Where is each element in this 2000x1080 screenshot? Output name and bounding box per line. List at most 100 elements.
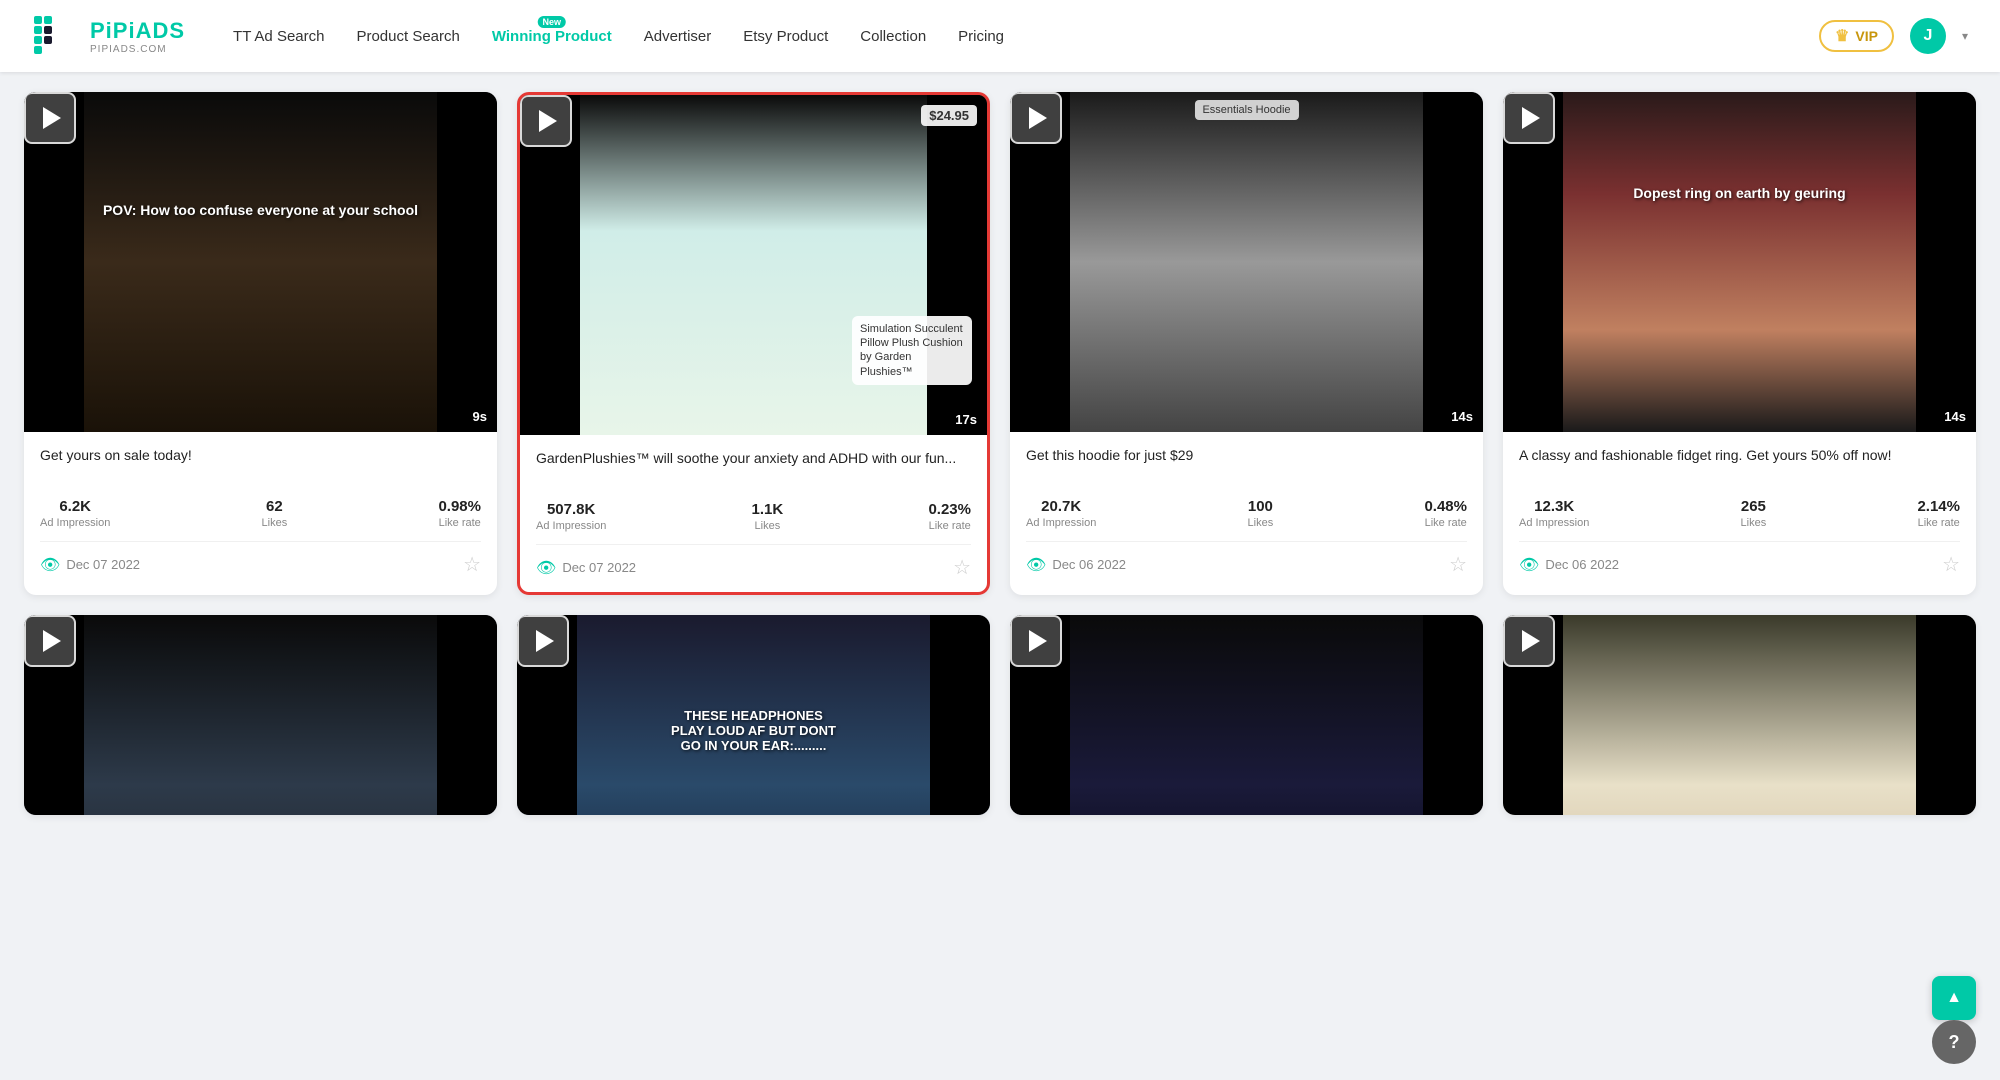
ad-card[interactable]: Dopest ring on earth by geuring 14s A cl… bbox=[1503, 92, 1976, 595]
card-footer: 👁 Dec 07 2022 ☆ bbox=[536, 544, 971, 580]
card-body: Get yours on sale today! 6.2K Ad Impress… bbox=[24, 432, 497, 589]
crown-icon: ♛ bbox=[1835, 26, 1849, 46]
play-button[interactable] bbox=[1503, 92, 1555, 144]
card-thumbnail: POV: How too confuse everyone at your sc… bbox=[24, 92, 497, 432]
duration-badge: 14s bbox=[1451, 409, 1473, 424]
ad-card[interactable]: Trying out theTiktok viralDress in bbox=[24, 615, 497, 815]
stat-like-rate: 2.14% Like rate bbox=[1917, 498, 1960, 529]
like-rate-label: Like rate bbox=[438, 517, 481, 529]
likes-label: Likes bbox=[262, 517, 288, 529]
eye-date: 👁 Dec 06 2022 bbox=[1026, 555, 1126, 575]
card-thumbnail: $24.95 Simulation Succulent Pillow Plush… bbox=[520, 95, 987, 435]
ad-card[interactable]: POV: How too confuse everyone at your sc… bbox=[24, 92, 497, 595]
ad-card[interactable]: La carcasa de teléfonomás bonita del mer… bbox=[1503, 615, 1976, 815]
like-rate-value: 0.48% bbox=[1424, 498, 1467, 515]
star-icon[interactable]: ☆ bbox=[1942, 552, 1960, 577]
impression-label: Ad Impression bbox=[1519, 517, 1589, 529]
stat-like-rate: 0.48% Like rate bbox=[1424, 498, 1467, 529]
stat-impressions: 12.3K Ad Impression bbox=[1519, 498, 1589, 529]
impression-value: 12.3K bbox=[1519, 498, 1589, 515]
stat-like-rate: 0.23% Like rate bbox=[928, 501, 971, 532]
nav-collection[interactable]: Collection bbox=[860, 28, 926, 45]
nav-tt-ad-search[interactable]: TT Ad Search bbox=[233, 28, 324, 45]
like-rate-value: 0.98% bbox=[438, 498, 481, 515]
impression-label: Ad Impression bbox=[40, 517, 110, 529]
like-rate-label: Like rate bbox=[928, 520, 971, 532]
star-icon[interactable]: ☆ bbox=[953, 555, 971, 580]
card-date: Dec 06 2022 bbox=[1545, 557, 1619, 572]
nav-product-search[interactable]: Product Search bbox=[356, 28, 459, 45]
likes-label: Likes bbox=[752, 520, 784, 532]
nav-advertiser[interactable]: Advertiser bbox=[644, 28, 712, 45]
card-thumbnail: Dopest ring on earth by geuring 14s bbox=[1503, 92, 1976, 432]
card-date: Dec 07 2022 bbox=[66, 557, 140, 572]
nav-pricing[interactable]: Pricing bbox=[958, 28, 1004, 45]
duration-badge: 17s bbox=[955, 412, 977, 427]
card-title: Get yours on sale today! bbox=[40, 446, 481, 486]
eye-icon: 👁 bbox=[1026, 555, 1046, 575]
card-footer: 👁 Dec 06 2022 ☆ bbox=[1026, 541, 1467, 577]
card-body: A classy and fashionable fidget ring. Ge… bbox=[1503, 432, 1976, 589]
play-button[interactable] bbox=[520, 95, 572, 147]
help-button[interactable]: ? bbox=[1932, 1020, 1976, 1064]
play-button[interactable] bbox=[1010, 92, 1062, 144]
card-thumbnail: La carcasa de teléfonomás bonita del mer… bbox=[1503, 615, 1976, 815]
card-thumbnail: Trying out theTiktok viralDress in bbox=[24, 615, 497, 815]
likes-value: 265 bbox=[1741, 498, 1767, 515]
logo-text: PiPiADS PIPIADS.COM bbox=[90, 18, 185, 55]
ad-grid: POV: How too confuse everyone at your sc… bbox=[0, 72, 2000, 835]
play-button[interactable] bbox=[1010, 615, 1062, 667]
impression-value: 507.8K bbox=[536, 501, 606, 518]
logo[interactable]: PiPiADS PIPIADS.COM bbox=[32, 12, 185, 60]
eye-date: 👁 Dec 06 2022 bbox=[1519, 555, 1619, 575]
likes-value: 62 bbox=[262, 498, 288, 515]
card-thumbnail: THESE HEADPHONESPLAY LOUD AF BUT DONTGO … bbox=[517, 615, 990, 815]
card-body: Get this hoodie for just $29 20.7K Ad Im… bbox=[1010, 432, 1483, 589]
play-button[interactable] bbox=[1503, 615, 1555, 667]
card-body: GardenPlushies™ will soothe your anxiety… bbox=[520, 435, 987, 592]
likes-label: Likes bbox=[1741, 517, 1767, 529]
navbar: PiPiADS PIPIADS.COM TT Ad Search Product… bbox=[0, 0, 2000, 72]
star-icon[interactable]: ☆ bbox=[1449, 552, 1467, 577]
likes-value: 100 bbox=[1248, 498, 1274, 515]
stat-like-rate: 0.98% Like rate bbox=[438, 498, 481, 529]
ad-card[interactable] bbox=[1010, 615, 1483, 815]
nav-links: TT Ad Search Product Search New Winning … bbox=[233, 28, 1819, 45]
nav-etsy-product[interactable]: Etsy Product bbox=[743, 28, 828, 45]
stats-row: 20.7K Ad Impression 100 Likes 0.48% Like… bbox=[1026, 498, 1467, 529]
vip-label: VIP bbox=[1855, 28, 1878, 44]
nav-right: ♛ VIP J ▾ bbox=[1819, 18, 1968, 54]
card-date: Dec 07 2022 bbox=[562, 560, 636, 575]
likes-label: Likes bbox=[1248, 517, 1274, 529]
nav-winning-product[interactable]: New Winning Product bbox=[492, 28, 612, 45]
vip-button[interactable]: ♛ VIP bbox=[1819, 20, 1894, 52]
ad-card[interactable]: THESE HEADPHONESPLAY LOUD AF BUT DONTGO … bbox=[517, 615, 990, 815]
stat-likes: 265 Likes bbox=[1741, 498, 1767, 529]
like-rate-value: 2.14% bbox=[1917, 498, 1960, 515]
play-button[interactable] bbox=[24, 615, 76, 667]
impression-label: Ad Impression bbox=[536, 520, 606, 532]
stat-likes: 1.1K Likes bbox=[752, 501, 784, 532]
ad-card[interactable]: $24.95 Simulation Succulent Pillow Plush… bbox=[517, 92, 990, 595]
card-title: Get this hoodie for just $29 bbox=[1026, 446, 1467, 486]
stat-impressions: 507.8K Ad Impression bbox=[536, 501, 606, 532]
card-thumbnail: Essentials Hoodie 14s bbox=[1010, 92, 1483, 432]
scroll-to-top-button[interactable] bbox=[1932, 976, 1976, 1020]
impression-label: Ad Impression bbox=[1026, 517, 1096, 529]
star-icon[interactable]: ☆ bbox=[463, 552, 481, 577]
play-button[interactable] bbox=[517, 615, 569, 667]
stats-row: 6.2K Ad Impression 62 Likes 0.98% Like r… bbox=[40, 498, 481, 529]
stat-likes: 62 Likes bbox=[262, 498, 288, 529]
eye-icon: 👁 bbox=[40, 555, 60, 575]
ad-card[interactable]: Essentials Hoodie 14s Get this hoodie fo… bbox=[1010, 92, 1483, 595]
logo-main: PiPiADS bbox=[90, 18, 185, 44]
card-title: GardenPlushies™ will soothe your anxiety… bbox=[536, 449, 971, 489]
card-thumbnail bbox=[1010, 615, 1483, 815]
duration-badge: 9s bbox=[473, 409, 487, 424]
eye-icon: 👁 bbox=[1519, 555, 1539, 575]
dropdown-arrow-icon[interactable]: ▾ bbox=[1962, 29, 1968, 43]
play-button[interactable] bbox=[24, 92, 76, 144]
eye-date: 👁 Dec 07 2022 bbox=[536, 558, 636, 578]
likes-value: 1.1K bbox=[752, 501, 784, 518]
avatar[interactable]: J bbox=[1910, 18, 1946, 54]
